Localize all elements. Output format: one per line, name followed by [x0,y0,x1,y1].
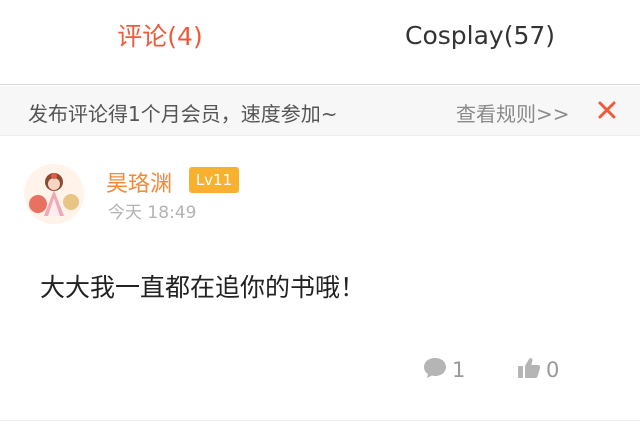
view-rules-link[interactable]: 查看规则>> [456,98,570,127]
reply-button[interactable]: 1 [422,355,465,385]
reply-count: 1 [452,358,466,382]
avatar[interactable] [24,164,84,224]
level-badge: Lv11 [189,167,239,193]
comment-bubble-icon [422,356,448,384]
username[interactable]: 昊珞渊 [106,166,172,198]
comments-page: 评论(4) Cosplay(57) 发布评论得1个月会员，速度参加~ 查看规则>… [0,0,640,430]
timestamp: 今天 18:49 [108,203,197,223]
like-button[interactable]: 0 [516,355,559,385]
close-icon[interactable] [592,92,622,128]
tab-comments[interactable]: 评论(4) [0,0,320,84]
tab-bar: 评论(4) Cosplay(57) [0,0,640,85]
divider [0,420,640,421]
tab-cosplay[interactable]: Cosplay(57) [320,0,640,84]
like-count: 0 [546,358,560,382]
notice-text: 发布评论得1个月会员，速度参加~ [28,102,338,126]
notice-bar: 发布评论得1个月会员，速度参加~ 查看规则>> [0,86,640,136]
comment-body: 大大我一直都在追你的书哦！ [40,273,366,302]
thumbs-up-icon [516,356,542,384]
